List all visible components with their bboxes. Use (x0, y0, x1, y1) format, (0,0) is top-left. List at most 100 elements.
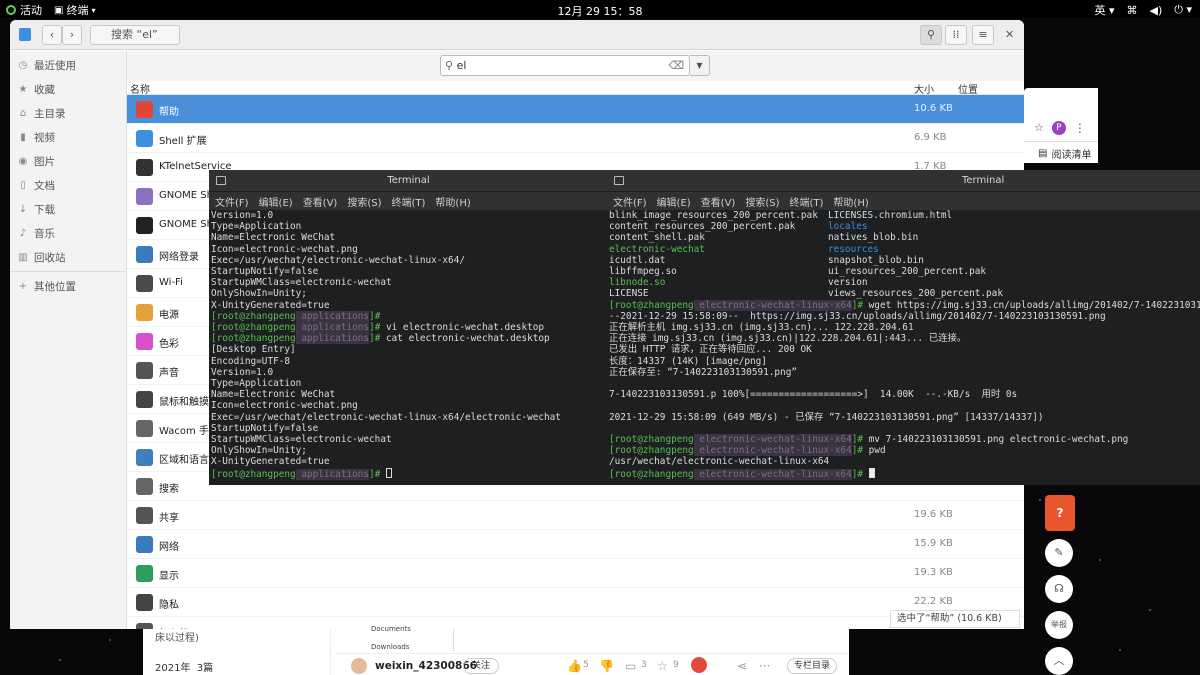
menu-search[interactable]: 搜索(S) (347, 194, 381, 209)
terminal-output[interactable]: blink_image_resources_200_percent.pak LIC… (607, 210, 1200, 485)
file-name: 色彩 (159, 339, 179, 350)
terminal-line: --2021-12-29 15:58:09-- https://img.sj33… (609, 310, 1106, 322)
activities-button[interactable]: 活动 (6, 2, 42, 18)
ls-entry: resources (828, 243, 879, 255)
files-app-icon (19, 28, 31, 41)
back-to-top-icon[interactable]: ︿ (1045, 647, 1073, 675)
prompt-dir: applications (295, 322, 370, 334)
menu-icon[interactable]: ⋮ (1074, 121, 1086, 135)
sidebar-item-trash[interactable]: ▥ 回收站 (10, 245, 126, 269)
column-size[interactable]: 大小 (914, 81, 934, 96)
profile-avatar[interactable]: P (1051, 120, 1066, 135)
folder-downloads[interactable]: Downloads (371, 643, 409, 651)
plus-icon: + (18, 280, 28, 292)
more-icon[interactable]: ··· (759, 659, 770, 673)
location-bar[interactable]: 搜索 “el” (90, 25, 180, 45)
menu-button[interactable]: ≡ (972, 25, 994, 45)
support-icon[interactable]: ☊ (1045, 575, 1073, 603)
terminal-title-bar[interactable]: Terminal (607, 170, 1200, 192)
app-icon (136, 478, 153, 495)
app-icon (136, 449, 153, 466)
sidebar-item-videos[interactable]: ▮ 视频 (10, 125, 126, 149)
sidebar-item-other-locations[interactable]: + 其他位置 (10, 274, 126, 298)
grid-view-button[interactable]: ⁞⁞ (945, 25, 967, 45)
author-name[interactable]: weixin_42300866 (375, 660, 477, 672)
menu-help[interactable]: 帮助(H) (435, 194, 470, 209)
menu-file[interactable]: 文件(F) (613, 194, 647, 209)
home-icon: ⌂ (19, 107, 27, 119)
input-method[interactable]: 英 ▾ (1094, 2, 1114, 18)
column-name[interactable]: 名称 (130, 81, 150, 96)
prompt-dir: applications (295, 310, 370, 322)
folder-documents[interactable]: Documents (371, 625, 411, 633)
file-row[interactable]: Shell 扩展 6.9 KB (127, 124, 1024, 153)
prompt-end: ]# (369, 322, 381, 334)
ls-row: LICENSE views_resources_200_percent.pak (609, 288, 1200, 299)
star-icon[interactable]: ☆ (1034, 121, 1044, 134)
file-row[interactable]: 共享 19.6 KB (127, 501, 1024, 530)
star-icon[interactable]: ☆ (657, 659, 668, 673)
file-name: 网络登录 (159, 252, 199, 263)
search-input[interactable]: ⚲ el ⌫ (440, 55, 690, 76)
terminal-line: /usr/wechat/electronic-wechat-linux-x64 (609, 456, 830, 468)
archive-year[interactable]: 2021年 3篇 (155, 659, 213, 674)
search-button[interactable]: ⚲ (920, 25, 942, 45)
menu-file[interactable]: 文件(F) (215, 194, 249, 209)
follow-button[interactable]: 关注 (463, 658, 500, 674)
dislike-icon[interactable]: 👎 (599, 659, 614, 673)
menu-view[interactable]: 查看(V) (303, 194, 338, 209)
sidebar-item-recent[interactable]: ◷ 最近使用 (10, 53, 126, 77)
volume-icon[interactable]: ◀) (1150, 4, 1163, 17)
search-bar: ⚲ el ⌫ ▼ (127, 51, 1024, 81)
prompt-dir: applications (295, 333, 370, 345)
report-button[interactable]: 举报 (1045, 611, 1073, 639)
share-icon[interactable]: ⋖ (737, 659, 747, 673)
sidebar-item-home[interactable]: ⌂ 主目录 (10, 101, 126, 125)
reward-icon[interactable] (691, 657, 707, 673)
file-row[interactable]: 显示 19.3 KB (127, 559, 1024, 588)
forward-button[interactable]: › (62, 25, 82, 45)
author-avatar[interactable] (351, 658, 367, 674)
sidebar-item-downloads[interactable]: ↓ 下载 (10, 197, 126, 221)
menu-help[interactable]: 帮助(H) (833, 194, 868, 209)
edit-icon[interactable]: ✎ (1045, 539, 1073, 567)
clear-icon[interactable]: ⌫ (668, 56, 684, 75)
column-location[interactable]: 位置 (958, 81, 978, 96)
power-icon[interactable]: ⏻ ▾ (1174, 3, 1192, 17)
terminal-title-bar[interactable]: Terminal (209, 170, 608, 192)
search-options-dropdown[interactable]: ▼ (690, 55, 710, 76)
menu-terminal[interactable]: 终端(T) (790, 194, 824, 209)
file-name: 网络 (159, 542, 179, 553)
comment-icon[interactable]: ▭ (625, 659, 636, 673)
file-size: 10.6 KB (914, 103, 953, 114)
menu-search[interactable]: 搜索(S) (745, 194, 779, 209)
network-icon[interactable]: ⌘ (1127, 4, 1138, 17)
app-icon (136, 188, 153, 205)
clock[interactable]: 12月 29 15：58 (558, 5, 643, 18)
terminal-output[interactable]: Version=1.0 Type=Application Name=Electron… (209, 210, 608, 485)
terminal-prompt: [root@zhangpeng electronic-wechat-linux-… (609, 445, 1200, 457)
menu-edit[interactable]: 编辑(E) (657, 194, 691, 209)
close-icon[interactable]: ✕ (1005, 28, 1014, 41)
prompt-end: ]# (369, 468, 381, 480)
mascot-icon[interactable]: ? (1045, 495, 1075, 531)
menu-view[interactable]: 查看(V) (701, 194, 736, 209)
catalog-button[interactable]: 专栏目录 (787, 658, 838, 674)
menu-terminal[interactable]: 终端(T) (392, 194, 426, 209)
like-icon[interactable]: 👍 (567, 659, 582, 673)
prompt-command: vi electronic-wechat.desktop (380, 322, 545, 334)
sidebar-item-music[interactable]: ♪ 音乐 (10, 221, 126, 245)
sidebar-item-pictures[interactable]: ◉ 图片 (10, 149, 126, 173)
reading-list-button[interactable]: ▤ 阅读清单 (1024, 142, 1098, 164)
terminal-line: OnlyShowIn=Unity; (211, 445, 307, 457)
file-row[interactable]: 网络 15.9 KB (127, 530, 1024, 559)
prompt-user: [root@zhangpeng (211, 310, 296, 322)
back-button[interactable]: ‹ (42, 25, 62, 45)
app-menu[interactable]: ▣ 终端 ▾ (54, 2, 95, 18)
sidebar-item-starred[interactable]: ★ 收藏 (10, 77, 126, 101)
menu-edit[interactable]: 编辑(E) (259, 194, 293, 209)
terminal-prompt: [root@zhangpeng applications]# vi electr… (211, 322, 608, 334)
file-row[interactable]: 帮助 10.6 KB (127, 95, 1024, 124)
author-bar: weixin_42300866 关注 👍 5 👎 ▭ 3 ☆ 9 ⋖ ··· 专… (335, 653, 849, 675)
sidebar-item-documents[interactable]: ▯ 文档 (10, 173, 126, 197)
